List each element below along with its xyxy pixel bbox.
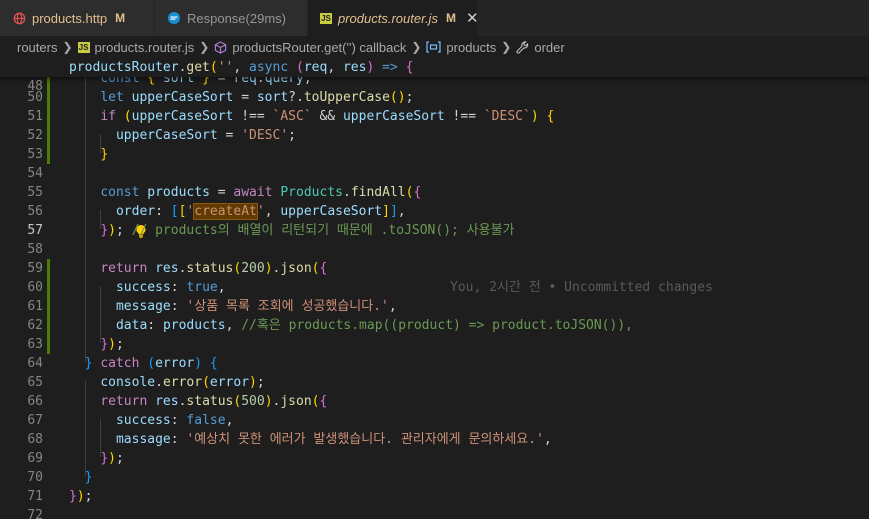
git-added-marker [47,107,50,126]
git-added-marker [47,145,50,164]
git-added-marker [47,297,50,316]
code-line: 63 data: products, //혹은 products.map((pr… [0,316,869,352]
code-line: 67 return res.status(500).json({ [0,392,869,428]
sticky-scroll-header[interactable]: 48 productsRouter.get('', async (req, re… [0,58,869,94]
code-line: 55 [0,164,869,200]
code-line: 58 }); // products의 배열이 리턴되기 때문에 .toJSON… [0,221,869,257]
git-added-marker [47,316,50,335]
tab-label: products.http [32,10,108,26]
code-line: 70 }); [0,449,869,485]
git-added-marker [47,259,50,278]
chevron-right-icon: ❯ [501,40,512,54]
js-file-icon: JS [77,41,90,53]
modified-badge: M [445,11,456,25]
code-line: 52 if (upperCaseSort !== `ASC` && upperC… [0,107,869,143]
code-line: 62 message: '상품 목록 조회에 성공했습니다.', [0,297,869,333]
chevron-right-icon: ❯ [411,40,422,54]
code-line: 69 massage: '예상치 못한 에러가 발생했습니다. 관리자에게 문의… [0,430,869,466]
code-line: 56 const products = await Products.findA… [0,183,869,219]
close-icon[interactable]: ✕ [466,9,479,27]
code-line: 66 console.error(error); [0,373,869,409]
code-line: 51 let upperCaseSort = sort?.toUpperCase… [0,88,869,124]
find-match-highlight: createAt [193,203,258,220]
code-line: 53 upperCaseSort = 'DESC'; [0,126,869,162]
chevron-right-icon: ❯ [199,40,210,54]
modified-badge: M [115,11,126,25]
variable-icon [426,41,442,53]
wrench-icon [516,40,529,54]
breadcrumb-file[interactable]: products.router.js [95,40,195,55]
code-line: 65 } catch (error) { [0,354,869,390]
code-line: 73 [0,506,869,519]
code-line: 71 } [0,468,869,504]
rest-client-icon [167,11,181,25]
chevron-right-icon: ❯ [62,40,73,54]
code-line: 59 [0,240,869,276]
breadcrumb-function[interactable]: productsRouter.get('') callback [232,40,406,55]
breadcrumb-folder[interactable]: routers [17,40,57,55]
tab-bar: products.http M Response(29ms) JS produc… [0,0,869,36]
sticky-line: 48 productsRouter.get('', async (req, re… [0,58,869,94]
tab-label: products.router.js [338,10,438,26]
code-line: 72 }); [0,487,869,519]
git-added-marker [47,126,50,145]
git-added-marker [47,335,50,354]
breadcrumb-property[interactable]: order [534,40,564,55]
code-line: 61 success: true, [0,278,869,314]
breadcrumb-variable[interactable]: products [446,40,496,55]
tab-products-http[interactable]: products.http M [0,0,155,36]
tab-products-router[interactable]: JS products.router.js M ✕ [308,0,479,36]
code-editor[interactable]: 50 const { sort } = req.query; 51 let up… [0,58,869,519]
globe-icon [12,11,26,25]
js-file-icon: JS [320,12,332,24]
code-line: 68 success: false, [0,411,869,447]
code-line: 64 }); [0,335,869,371]
line-number: 48 [27,79,43,94]
git-added-marker [47,278,50,297]
tab-response[interactable]: Response(29ms) [155,0,308,36]
tab-label: Response(29ms) [187,10,286,26]
breadcrumb: routers ❯ JS products.router.js ❯ produc… [0,36,869,58]
code-line-current: 57 order: [['createAt', upperCaseSort]],… [0,202,869,295]
git-added-marker [47,88,50,107]
method-cube-icon [214,40,227,54]
code-line: 60 return res.status(200).json({ [0,259,869,295]
code-line: 54 } [0,145,869,181]
